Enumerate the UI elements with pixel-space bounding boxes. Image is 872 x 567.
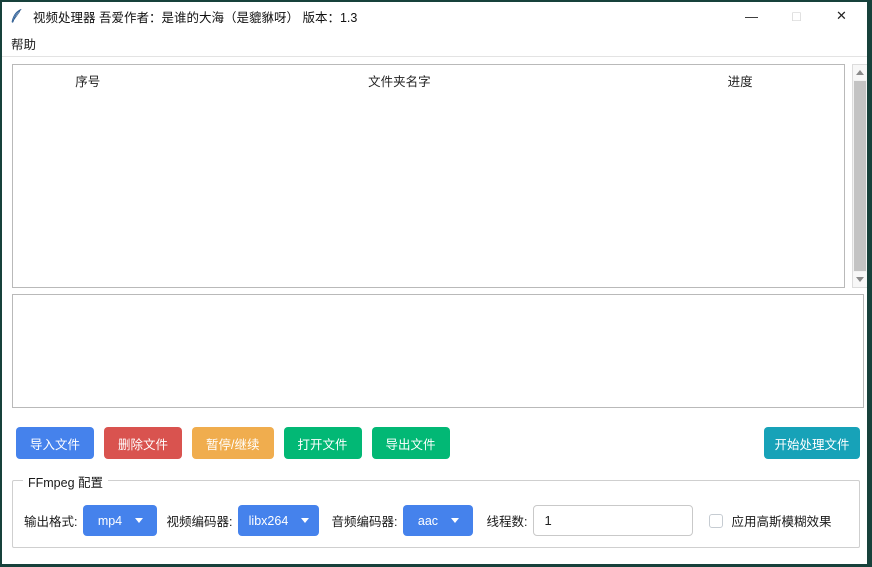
video-encoder-label: 视频编码器: (166, 511, 232, 530)
scroll-up-button[interactable] (853, 65, 867, 80)
table-header-row: 序号 文件夹名字 进度 (13, 65, 844, 95)
import-files-button[interactable]: 导入文件 (16, 427, 94, 459)
app-window: 视频处理器 吾爱作者：是谁的大海（是貔貅呀） 版本：1.3 — □ ✕ 帮助 序… (0, 0, 872, 567)
threads-label: 线程数: (486, 511, 527, 530)
file-list-table[interactable]: 序号 文件夹名字 进度 (12, 64, 845, 288)
table-vertical-scrollbar[interactable] (852, 64, 868, 288)
window-title: 视频处理器 吾爱作者：是谁的大海（是貔貅呀） 版本：1.3 (33, 7, 357, 26)
scroll-down-icon (856, 277, 864, 282)
start-processing-button[interactable]: 开始处理文件 (764, 427, 860, 459)
chevron-down-icon (301, 518, 309, 523)
window-controls: — □ ✕ (729, 2, 864, 30)
minimize-button[interactable]: — (729, 2, 774, 30)
output-format-select[interactable]: mp4 (83, 505, 157, 536)
column-header-index[interactable]: 序号 (13, 71, 163, 90)
column-header-folder-name[interactable]: 文件夹名字 (163, 71, 637, 90)
maximize-button[interactable]: □ (774, 2, 819, 30)
log-output-panel[interactable] (12, 294, 864, 408)
ffmpeg-config-group: FFmpeg 配置 输出格式: mp4 视频编码器: libx264 音频编码器… (12, 480, 860, 548)
audio-encoder-select[interactable]: aac (403, 505, 473, 536)
gaussian-blur-checkbox[interactable] (709, 514, 723, 528)
ffmpeg-config-legend: FFmpeg 配置 (23, 472, 108, 491)
output-format-label: 输出格式: (24, 511, 77, 530)
chevron-down-icon (135, 518, 143, 523)
pause-resume-button[interactable]: 暂停/继续 (192, 427, 273, 459)
audio-encoder-value: aac (418, 514, 438, 528)
ffmpeg-config-row: 输出格式: mp4 视频编码器: libx264 音频编码器: aac 线程数:… (24, 505, 831, 536)
scrollbar-thumb[interactable] (854, 81, 866, 271)
menu-item-help[interactable]: 帮助 (2, 30, 45, 56)
close-button[interactable]: ✕ (819, 2, 864, 30)
video-encoder-select[interactable]: libx264 (238, 505, 319, 536)
column-header-progress[interactable]: 进度 (636, 71, 844, 90)
video-encoder-value: libx264 (249, 514, 289, 528)
scroll-down-button[interactable] (853, 272, 867, 287)
open-files-button[interactable]: 打开文件 (284, 427, 362, 459)
chevron-down-icon (451, 518, 459, 523)
export-files-button[interactable]: 导出文件 (372, 427, 450, 459)
gaussian-blur-label: 应用高斯模糊效果 (731, 511, 831, 530)
output-format-value: mp4 (98, 514, 122, 528)
threads-input[interactable] (533, 505, 693, 536)
toolbar: 导入文件 删除文件 暂停/继续 打开文件 导出文件 (16, 427, 450, 459)
titlebar: 视频处理器 吾爱作者：是谁的大海（是貔貅呀） 版本：1.3 — □ ✕ (2, 2, 867, 30)
app-icon-feather (10, 8, 23, 24)
scroll-up-icon (856, 70, 864, 75)
menubar: 帮助 (2, 30, 867, 57)
delete-files-button[interactable]: 删除文件 (104, 427, 182, 459)
audio-encoder-label: 音频编码器: (331, 511, 397, 530)
